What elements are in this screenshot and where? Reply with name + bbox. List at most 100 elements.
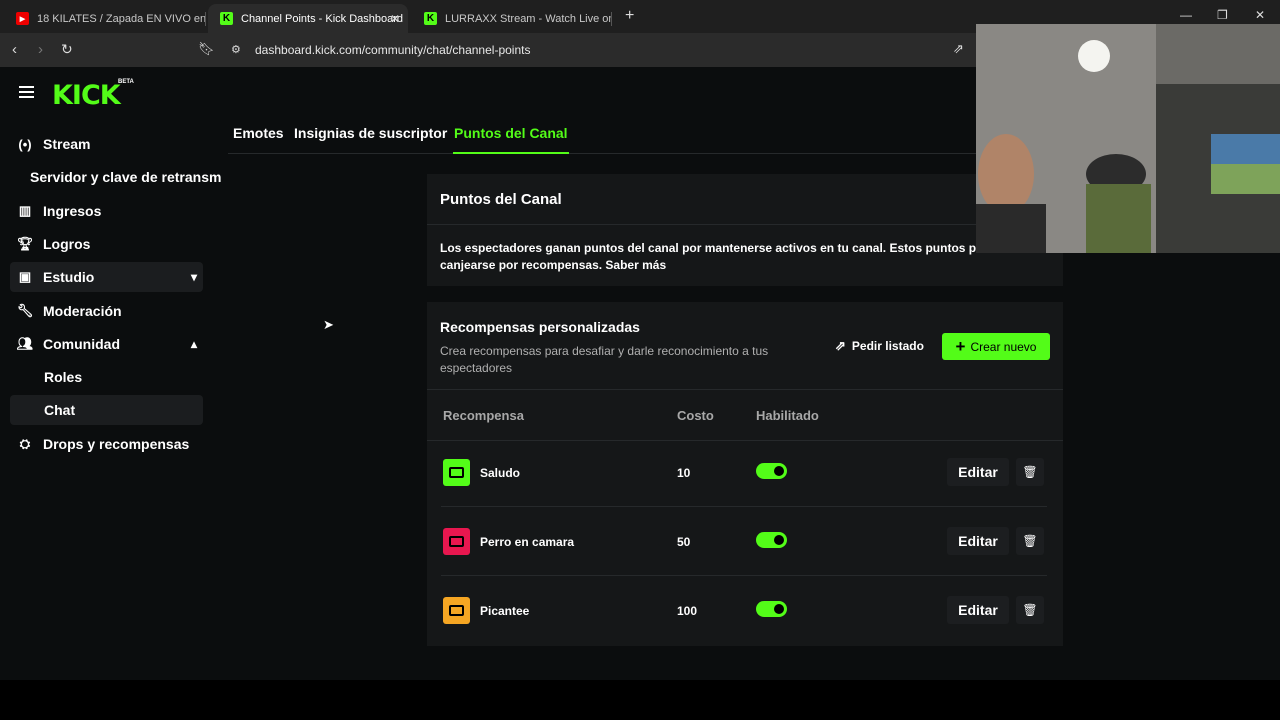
points-description: Los espectadores ganan puntos del canal … <box>440 240 990 274</box>
youtube-icon: ▶ <box>16 12 29 25</box>
request-list-button[interactable]: ⇗ Pedir listado <box>835 333 924 359</box>
users-icon: 👥︎ <box>16 336 34 351</box>
reward-icon <box>443 528 470 555</box>
tab-divider <box>228 153 976 154</box>
close-tab-icon[interactable]: ✕ <box>390 12 400 26</box>
chevron-down-icon: ▾ <box>190 270 197 284</box>
tab-separator <box>611 12 612 26</box>
button-label: Pedir listado <box>851 339 924 353</box>
broadcast-icon: (•) <box>18 136 32 152</box>
reward-icon <box>443 459 470 486</box>
divider <box>427 389 1063 390</box>
sidebar-item-drops[interactable]: ⛭ Drops y recompensas <box>10 429 203 459</box>
enabled-toggle[interactable] <box>756 532 787 548</box>
tab-channel-points[interactable]: Puntos del Canal <box>454 125 568 141</box>
browser-tab[interactable]: ▶ 18 KILATES / Zapada EN VIVO en UN <box>4 4 206 33</box>
sidebar-item-label: Logros <box>43 236 91 252</box>
url-field[interactable]: dashboard.kick.com/community/chat/channe… <box>255 43 530 57</box>
description-line: Los espectadores ganan puntos del canal … <box>440 241 991 255</box>
tab-separator <box>205 12 206 26</box>
tab-subscriber-badges[interactable]: Insignias de suscriptor <box>294 125 447 141</box>
close-window-icon[interactable]: ✕ <box>1255 8 1265 22</box>
sidebar-item-ingresos[interactable]: ▥ Ingresos <box>10 196 203 226</box>
plus-icon: + <box>955 336 966 356</box>
trash-icon[interactable]: 🗑︎ <box>1016 527 1044 555</box>
webcam-overlay <box>976 24 1280 253</box>
external-link-icon: ⇗ <box>835 338 846 353</box>
sidebar-item-label: Stream <box>43 136 91 152</box>
sidebar-item-chat[interactable]: Chat <box>10 395 203 425</box>
gift-icon: ⛭ <box>19 436 31 451</box>
card-title: Puntos del Canal <box>440 191 562 208</box>
sidebar-item-label: Ingresos <box>43 203 102 219</box>
sidebar-item-stream[interactable]: (•) Stream <box>10 129 203 159</box>
tab-emotes[interactable]: Emotes <box>233 125 284 141</box>
create-new-button[interactable]: + Crear nuevo <box>942 333 1050 360</box>
edit-button[interactable]: Editar <box>947 458 1009 486</box>
subtitle-line: Crea recompensas para desafiar y darle r… <box>440 344 769 358</box>
back-icon[interactable]: ‹ <box>12 41 17 58</box>
beta-badge: BETA <box>118 79 134 85</box>
sidebar-item-label: Comunidad <box>43 336 120 352</box>
description-line: canjearse por recompensas. Saber más <box>440 258 667 272</box>
table-row: Saludo 10 Editar 🗑︎ <box>441 438 1047 507</box>
sidebar-item-moderacion[interactable]: 🔧︎ Moderación <box>10 296 203 326</box>
column-header-enabled[interactable]: Habilitado <box>756 408 819 423</box>
enabled-toggle[interactable] <box>756 463 787 479</box>
sidebar-item-estudio[interactable]: ▣ Estudio ▾ <box>10 262 203 292</box>
mouse-cursor-icon: ➤ <box>323 317 334 332</box>
reload-icon[interactable]: ↻ <box>61 41 73 58</box>
table-row: Picantee 100 Editar 🗑︎ <box>441 576 1047 645</box>
rewards-subtitle: Crea recompensas para desafiar y darle r… <box>440 343 768 377</box>
browser-tab-active[interactable]: K Channel Points - Kick Dashboard ✕ <box>208 4 408 33</box>
new-tab-button[interactable]: + <box>625 7 634 25</box>
menu-icon[interactable] <box>19 86 34 98</box>
chevron-up-icon: ▴ <box>190 337 197 351</box>
trophy-icon: 🏆︎ <box>16 236 34 251</box>
sidebar-item-label: Moderación <box>43 303 122 319</box>
trash-icon[interactable]: 🗑︎ <box>1016 458 1044 486</box>
tab-title: LURRAXX Stream - Watch Live on Kick <box>445 12 612 25</box>
kick-icon: K <box>220 12 233 25</box>
reward-cost: 50 <box>677 535 691 549</box>
wrench-icon: 🔧︎ <box>16 303 34 318</box>
column-header-cost[interactable]: Costo <box>677 408 714 423</box>
webcam-video <box>976 24 1280 253</box>
sidebar-item-label: Servidor y clave de retransm <box>30 169 222 185</box>
screen-bottom-bar <box>0 680 1280 720</box>
active-tab-indicator <box>453 152 569 154</box>
chart-icon: ▥ <box>18 203 32 218</box>
custom-rewards-card: Recompensas personalizadas Crea recompen… <box>427 302 1063 646</box>
sidebar-item-label: Drops y recompensas <box>43 436 190 452</box>
reward-name: Picantee <box>480 604 530 618</box>
enabled-toggle[interactable] <box>756 601 787 617</box>
sidebar-item-server-key[interactable]: Servidor y clave de retransm <box>30 162 223 192</box>
browser-tab[interactable]: K LURRAXX Stream - Watch Live on Kick <box>412 4 612 33</box>
subtitle-line: espectadores <box>440 361 513 375</box>
kick-logo[interactable]: KICK <box>52 80 121 111</box>
minimize-icon[interactable]: — <box>1180 8 1192 22</box>
edit-button[interactable]: Editar <box>947 596 1009 624</box>
kick-icon: K <box>424 12 437 25</box>
maximize-icon[interactable]: ❐ <box>1217 8 1228 22</box>
channel-points-card: Puntos del Canal Los espectadores ganan … <box>427 174 1063 286</box>
share-icon[interactable]: ⇗ <box>953 41 964 57</box>
sidebar-item-roles[interactable]: Roles <box>10 362 203 392</box>
forward-icon[interactable]: › <box>38 41 43 58</box>
card-title: Recompensas personalizadas <box>440 319 640 335</box>
sidebar-item-comunidad[interactable]: 👥︎ Comunidad ▴ <box>10 329 203 359</box>
studio-icon: ▣ <box>18 269 32 284</box>
site-info-icon[interactable]: ⚙ <box>231 43 241 56</box>
bookmark-icon[interactable]: 🔖︎ <box>198 41 215 57</box>
reward-cost: 10 <box>677 466 691 480</box>
column-header-reward[interactable]: Recompensa <box>443 408 524 423</box>
address-bar: ‹ › ↻ 🔖︎ ⚙ dashboard.kick.com/community/… <box>0 33 976 67</box>
sidebar-item-label: Chat <box>44 402 76 418</box>
trash-icon[interactable]: 🗑︎ <box>1016 596 1044 624</box>
tab-title: Channel Points - Kick Dashboard <box>241 12 404 25</box>
sidebar-item-logros[interactable]: 🏆︎ Logros <box>10 229 203 259</box>
edit-button[interactable]: Editar <box>947 527 1009 555</box>
table-row: Perro en camara 50 Editar 🗑︎ <box>441 507 1047 576</box>
reward-name: Saludo <box>480 466 521 480</box>
sidebar-item-label: Roles <box>44 369 83 385</box>
